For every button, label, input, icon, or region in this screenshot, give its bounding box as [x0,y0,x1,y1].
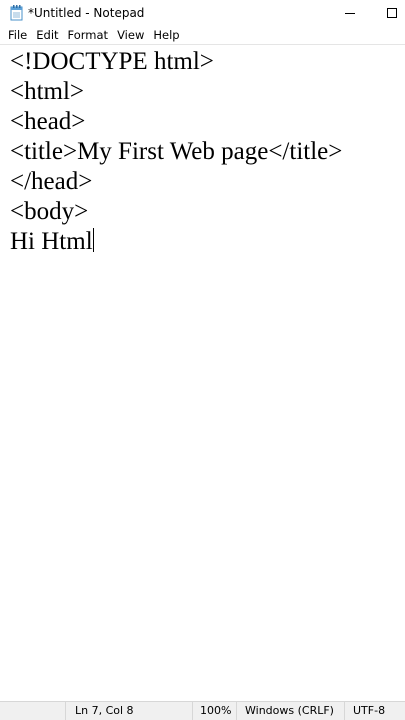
menu-help[interactable]: Help [149,28,183,42]
menu-format[interactable]: Format [64,28,113,42]
editor-line: <head> [10,108,86,135]
notepad-window: *Untitled - Notepad File Edit Format Vie… [0,0,405,720]
zoom-level: 100% [200,704,232,717]
editor-line: <!DOCTYPE html> [10,48,214,75]
menu-bar: File Edit Format View Help [0,26,405,44]
status-bar: Ln 7, Col 8 100% Windows (CRLF) UTF-8 [0,701,405,720]
text-editor[interactable]: <!DOCTYPE html> <html> <head> <title>My … [0,44,405,701]
title-bar[interactable]: *Untitled - Notepad [0,0,405,26]
notepad-icon [10,5,24,21]
status-divider [65,702,66,720]
minimize-button[interactable] [330,0,370,26]
status-divider [236,702,237,720]
cursor-position: Ln 7, Col 8 [75,704,134,717]
editor-line: <html> [10,78,85,105]
menu-view[interactable]: View [113,28,148,42]
editor-line-text: Hi Html [10,228,93,255]
maximize-button[interactable] [372,0,405,26]
window-title: *Untitled - Notepad [28,6,145,20]
minimize-icon [345,12,355,14]
text-caret [92,228,94,252]
editor-line: <title>My First Web page</title> [10,138,343,165]
editor-line-current: Hi Html [10,227,94,257]
encoding: UTF-8 [353,704,386,717]
status-divider [192,702,193,720]
editor-line: </head> [10,168,93,195]
editor-line: <body> [10,198,89,225]
menu-edit[interactable]: Edit [32,28,62,42]
menu-file[interactable]: File [4,28,31,42]
line-endings: Windows (CRLF) [245,704,334,717]
maximize-icon [387,8,397,18]
status-divider [344,702,345,720]
